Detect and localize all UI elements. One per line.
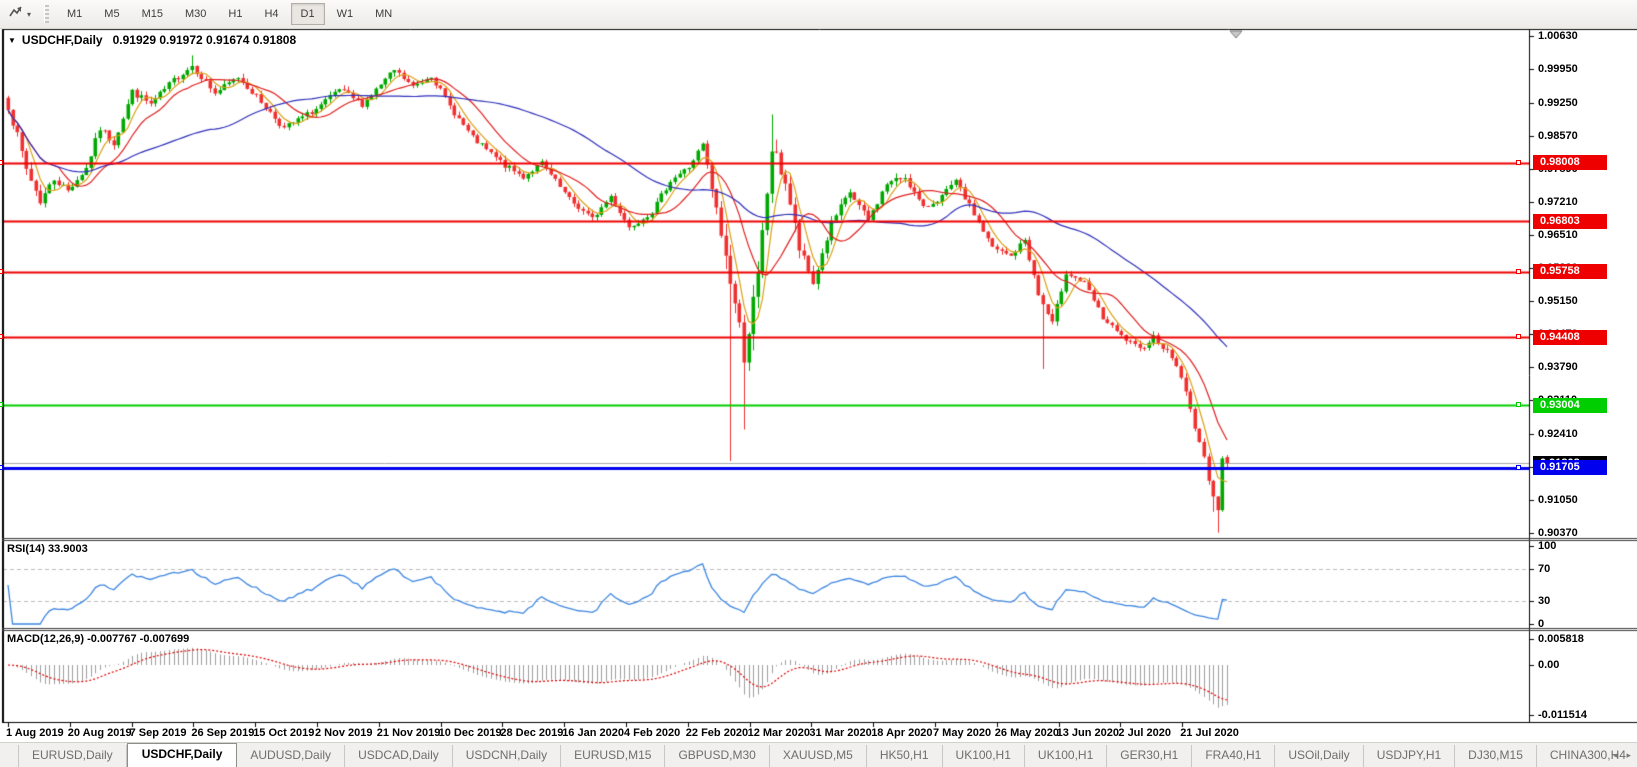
tab-dj30-m15[interactable]: DJ30,M15 (1455, 745, 1537, 767)
date-label: 21 Jul 2020 (1180, 727, 1239, 739)
level-line-handle[interactable] (1516, 334, 1521, 340)
timeframe-button-m15[interactable]: M15 (132, 3, 173, 25)
level-line-handle[interactable] (1516, 159, 1521, 165)
mt4-window: ▾ M1 M5 M15 M30 H1 H4 D1 W1 MN ▼ USDCHF,Daily 0.… (0, 0, 1637, 767)
tab-eurusd-daily[interactable]: EURUSD,Daily (18, 745, 127, 767)
price-level-badge: 0.91705 (1533, 460, 1607, 476)
timeframe-button-d1[interactable]: D1 (290, 3, 325, 25)
level-line-handle[interactable] (0, 159, 3, 165)
tab-ger30-h1[interactable]: GER30,H1 (1107, 745, 1193, 767)
tab-usdcad-daily[interactable]: USDCAD,Daily (345, 745, 453, 767)
level-line-handle[interactable] (0, 464, 3, 470)
date-label: 2 Nov 2019 (315, 727, 373, 739)
timeframe-button-h4[interactable]: H4 (254, 3, 288, 25)
macd-tick-label: 0.005818 (1538, 633, 1584, 646)
timeframe-toolbar: M1 M5 M15 M30 H1 H4 D1 W1 MN (56, 3, 403, 25)
level-line-handle[interactable] (0, 402, 3, 408)
tab-usoil-daily[interactable]: USOil,Daily (1275, 745, 1364, 767)
tab-usdcnh-daily[interactable]: USDCNH,Daily (453, 745, 562, 767)
price-tick-label: 0.95150 (1538, 295, 1578, 308)
date-label: 7 Sep 2019 (129, 727, 187, 739)
level-line-handle[interactable] (0, 268, 3, 274)
date-label: 16 Jan 2020 (562, 727, 624, 739)
tab-xauusd-m5[interactable]: XAUUSD,M5 (770, 745, 867, 767)
macd-tick-label: -0.011514 (1538, 709, 1587, 722)
macd-indicator-label: MACD(12,26,9) -0.007767 -0.007699 (7, 633, 190, 645)
price-tick-label: 1.00630 (1538, 30, 1578, 42)
date-label: 21 Nov 2019 (376, 727, 441, 739)
date-label: 4 Feb 2020 (624, 727, 681, 739)
tab-eurusd-m15[interactable]: EURUSD,M15 (561, 745, 666, 767)
tabs-scroll-left-icon[interactable]: ◂ (1613, 750, 1618, 761)
price-tick-label: 0.90370 (1538, 526, 1578, 539)
price-tick-label: 0.99950 (1538, 62, 1578, 75)
price-level-badge: 0.94408 (1533, 329, 1607, 345)
rsi-tick-label: 30 (1538, 594, 1551, 607)
rsi-tick-label: 0 (1538, 618, 1545, 630)
tabs-scroll-right-icon[interactable]: ▸ (1626, 750, 1631, 761)
rsi-indicator-label: RSI(14) 33.9003 (7, 543, 88, 555)
collapse-arrow-icon[interactable]: ▼ (8, 36, 16, 45)
timeframe-button-mn[interactable]: MN (365, 3, 402, 25)
price-tick-label: 0.92410 (1538, 427, 1578, 440)
price-tick-label: 0.93790 (1538, 361, 1578, 374)
timeframe-button-m1[interactable]: M1 (57, 3, 92, 25)
toolbar-grip-handle[interactable] (44, 5, 50, 23)
level-line-handle[interactable] (1516, 268, 1521, 274)
tab-uk100-h1[interactable]: UK100,H1 (943, 745, 1025, 767)
price-tick-label: 0.99250 (1538, 96, 1578, 109)
tab-usdchf-daily[interactable]: USDCHF,Daily (126, 743, 238, 767)
tab-fra40-h1[interactable]: FRA40,H1 (1192, 745, 1276, 767)
price-tick-label: 0.97210 (1538, 195, 1578, 208)
date-label: 1 Aug 2019 (6, 727, 64, 739)
level-line-handle[interactable] (1516, 402, 1521, 408)
price-tick-label: 0.98570 (1538, 129, 1578, 142)
chart-symbol-label: USDCHF,Daily (21, 33, 103, 47)
date-label: 26 May 2020 (994, 727, 1060, 739)
chevron-down-icon[interactable]: ▾ (27, 10, 31, 19)
price-tick-label: 0.91050 (1538, 493, 1578, 506)
date-label: 15 Oct 2019 (253, 727, 315, 739)
level-line-handle[interactable] (0, 334, 3, 340)
date-label: 2 Jul 2020 (1118, 727, 1171, 739)
date-label: 31 Mar 2020 (809, 727, 872, 739)
timeframe-button-h1[interactable]: H1 (218, 3, 252, 25)
date-label: 26 Sep 2019 (191, 727, 255, 739)
chart-title: ▼ USDCHF,Daily 0.91929 0.91972 0.91674 0… (8, 33, 296, 47)
date-label: 20 Aug 2019 (67, 727, 132, 739)
date-label: 13 Jun 2020 (1056, 727, 1119, 739)
date-label: 18 Apr 2020 (871, 727, 933, 739)
toolbar: ▾ M1 M5 M15 M30 H1 H4 D1 W1 MN (0, 0, 1637, 29)
date-label: 10 Dec 2019 (438, 727, 502, 739)
price-level-badge: 0.98008 (1533, 155, 1607, 171)
date-label: 22 Feb 2020 (685, 727, 749, 739)
rsi-tick-label: 70 (1538, 563, 1551, 576)
tab-audusd-daily[interactable]: AUDUSD,Daily (237, 745, 346, 767)
tab-usdjpy-h1[interactable]: USDJPY,H1 (1364, 745, 1456, 767)
chart-canvas[interactable] (0, 0, 1637, 767)
price-tick-label: 0.96510 (1538, 229, 1578, 242)
timeframe-button-m5[interactable]: M5 (94, 3, 129, 25)
price-axis[interactable]: 1.006300.999500.992500.985700.978900.972… (1530, 29, 1637, 723)
date-axis[interactable]: 1 Aug 2019 20 Aug 2019 7 Sep 2019 26 Sep 20… (0, 723, 1530, 742)
timeframe-button-m30[interactable]: M30 (175, 3, 216, 25)
level-line-handle[interactable] (1516, 464, 1521, 470)
tab-uk100-h1[interactable]: UK100,H1 (1025, 745, 1108, 767)
price-level-badge: 0.93004 (1533, 397, 1607, 413)
timeframe-button-w1[interactable]: W1 (327, 3, 364, 25)
chart-cursor-icon (8, 4, 24, 25)
macd-tick-label: 0.00 (1538, 659, 1560, 671)
price-level-badge: 0.96803 (1533, 213, 1607, 229)
chart-cursor-tool[interactable]: ▾ (0, 0, 37, 28)
rsi-tick-label: 100 (1538, 540, 1557, 552)
date-label: 28 Dec 2019 (500, 727, 564, 739)
price-level-badge: 0.95758 (1533, 264, 1607, 280)
chart-tab-bar: EURUSD,Daily USDCHF,Daily AUDUSD,Daily USDC… (0, 742, 1637, 767)
date-label: 7 May 2020 (933, 727, 992, 739)
tab-gbpusd-m30[interactable]: GBPUSD,M30 (665, 745, 770, 767)
date-label: 12 Mar 2020 (747, 727, 810, 739)
tab-hk50-h1[interactable]: HK50,H1 (867, 745, 943, 767)
chart-ohlc-values: 0.91929 0.91972 0.91674 0.91808 (112, 33, 297, 47)
